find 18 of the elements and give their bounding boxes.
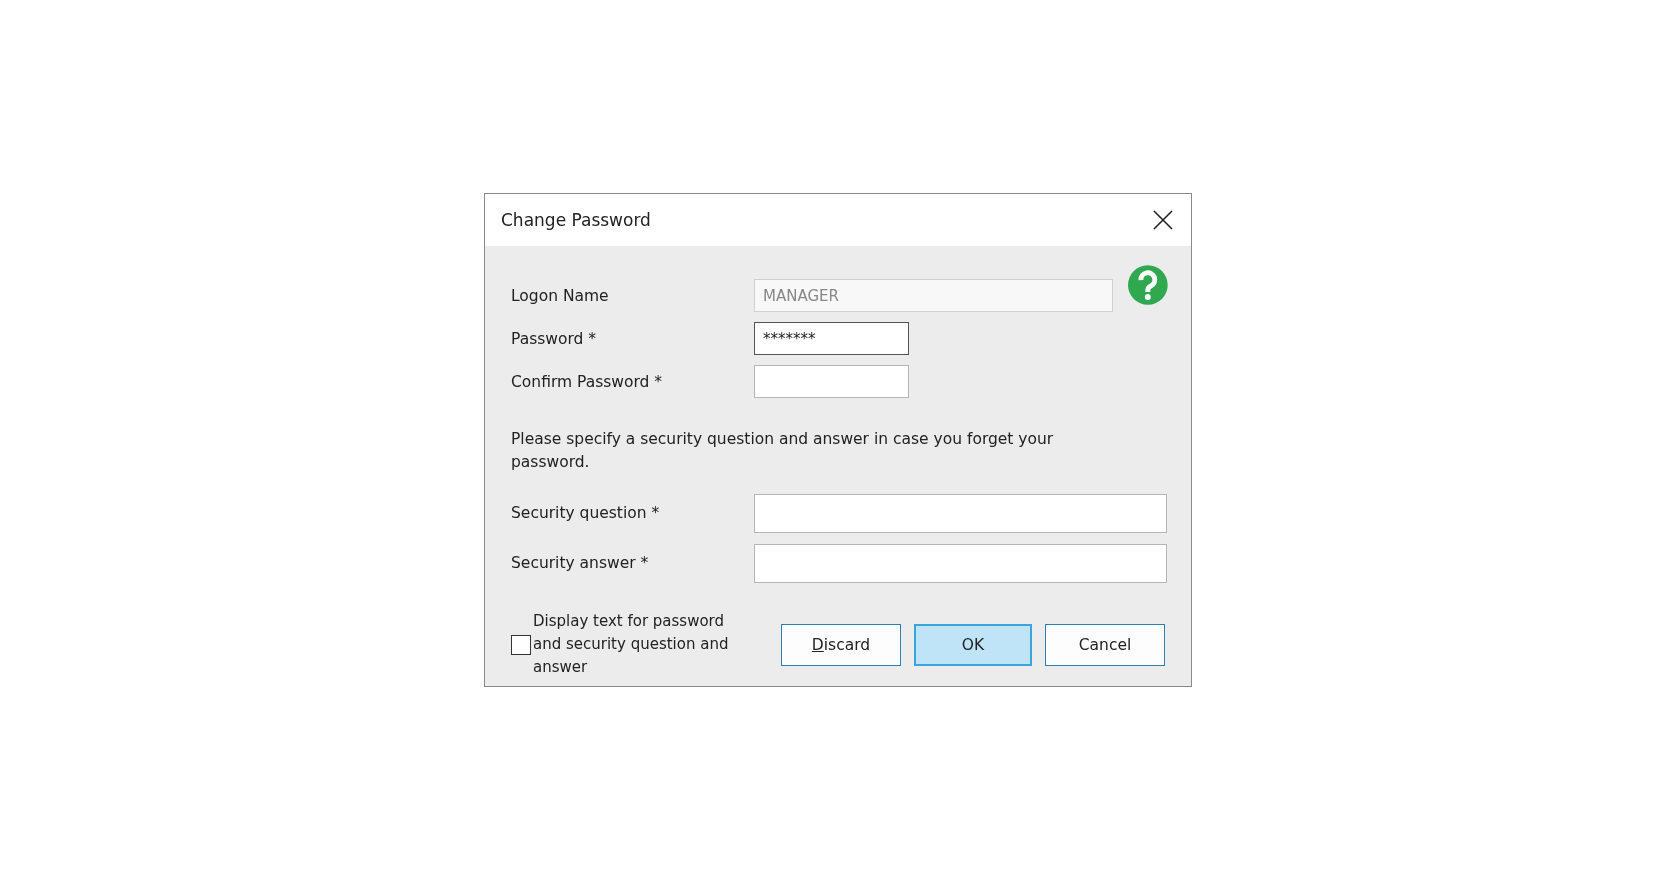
field-label: Logon Name (511, 286, 610, 305)
dialog-button[interactable]: Cancel (1045, 623, 1165, 666)
text-field[interactable] (754, 365, 909, 398)
help-icon[interactable] (1127, 263, 1169, 306)
window-title: Change Password (501, 210, 651, 230)
field-label: Password * (511, 329, 598, 348)
instruction-text: Please specify a security question and answer in case you forget your password. (511, 429, 1055, 473)
close-icon (1153, 210, 1173, 230)
text-field[interactable]: ******* (754, 322, 909, 355)
field-label: Confirm Password * (511, 372, 664, 391)
dialog-button[interactable]: OK (914, 623, 1032, 666)
checkbox-label: Display text for password and security question and answer (533, 611, 730, 678)
text-field[interactable] (754, 543, 1167, 583)
text-field[interactable] (754, 493, 1167, 533)
checkbox[interactable] (511, 634, 531, 655)
field-label: Security question * (511, 504, 661, 522)
field-label: Security answer * (511, 554, 650, 572)
dialog-button[interactable]: Discard (781, 623, 901, 666)
